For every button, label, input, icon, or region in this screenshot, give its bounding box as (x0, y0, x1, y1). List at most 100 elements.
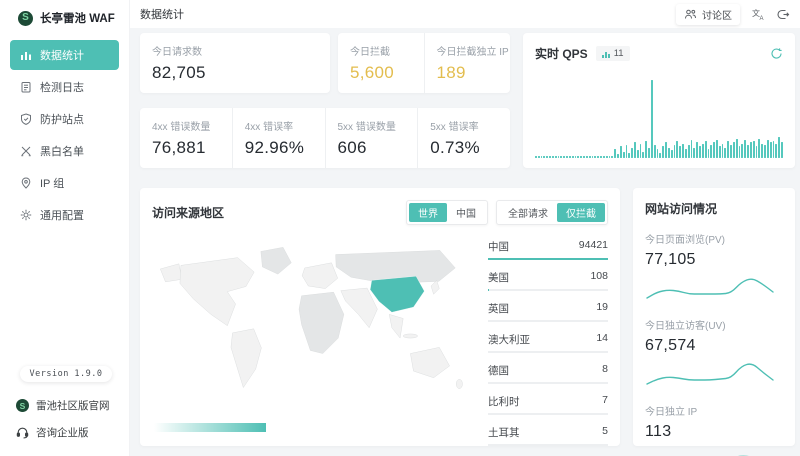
country-progress-track (488, 413, 608, 415)
country-value: 19 (596, 301, 608, 316)
qps-bar (603, 156, 605, 158)
qps-bar (626, 145, 628, 158)
qps-bar (688, 145, 690, 158)
sidebar-item-1[interactable]: 检测日志 (10, 72, 119, 102)
map-alaska (160, 264, 182, 282)
country-progress-track (488, 320, 608, 322)
gear-icon (20, 209, 32, 221)
logout-icon[interactable] (777, 8, 790, 21)
country-name: 土耳其 (488, 425, 520, 440)
headset-icon (16, 426, 29, 439)
sidebar-item-2[interactable]: 防护站点 (10, 104, 119, 134)
translate-icon[interactable]: 文A (752, 8, 765, 21)
sidebar-item-0[interactable]: 数据统计 (10, 40, 119, 70)
qps-bar (770, 142, 772, 158)
bar-chart-icon (20, 49, 32, 61)
qps-bar (597, 156, 599, 158)
discussion-button[interactable]: 讨论区 (676, 4, 740, 25)
qps-bar (589, 156, 591, 158)
app-logo: S 长亭雷池 WAF (0, 0, 129, 26)
country-row: 土耳其5 (488, 422, 608, 446)
toggle-china[interactable]: 中国 (447, 203, 485, 222)
qps-bar (682, 144, 684, 158)
qps-bar (569, 156, 571, 158)
qps-bar (773, 141, 775, 158)
qps-bar (634, 142, 636, 158)
country-value: 14 (596, 332, 608, 347)
country-progress-fill (488, 258, 608, 260)
qps-bar (753, 141, 755, 158)
qps-bar (586, 156, 588, 158)
sidebar-item-5[interactable]: 通用配置 (10, 200, 119, 230)
site-stat-2: 今日独立 IP113 (645, 403, 783, 456)
qps-bar (724, 148, 726, 158)
site-visits-title: 网站访问情况 (645, 200, 783, 217)
toggle-all-requests[interactable]: 全部请求 (499, 203, 557, 222)
community-site-link[interactable]: S 雷池社区版官网 (0, 392, 129, 419)
stat-value: 606 (338, 138, 418, 158)
qps-bar (744, 140, 746, 158)
qps-bar (546, 156, 548, 158)
qps-bar (665, 142, 667, 158)
qps-badge-value: 11 (614, 48, 624, 59)
qps-bar (552, 156, 554, 158)
qps-bar (781, 142, 783, 158)
world-map[interactable] (150, 232, 480, 407)
qps-bar (699, 146, 701, 158)
country-progress-track (488, 351, 608, 353)
qps-bar (710, 145, 712, 158)
qps-bar (716, 140, 718, 158)
stat-label: 5xx 错误数量 (338, 118, 418, 133)
stat-label: 4xx 错误率 (245, 118, 325, 133)
qps-bar (623, 152, 625, 159)
qps-bar (671, 150, 673, 158)
toggle-world[interactable]: 世界 (409, 203, 447, 222)
sidebar-item-3[interactable]: 黑白名单 (10, 136, 119, 166)
qps-bar (566, 156, 568, 158)
map-scope-toggle: 世界 中国 (406, 200, 488, 225)
qps-bar (719, 146, 721, 158)
qps-bar (679, 146, 681, 158)
map-indonesia (403, 334, 417, 338)
sidebar-item-4[interactable]: IP 组 (10, 168, 119, 198)
people-icon (684, 8, 697, 21)
country-value: 7 (602, 394, 608, 409)
qps-bar (662, 146, 664, 158)
site-stat-1: 今日独立访客(UV)67,574 (645, 317, 783, 389)
qps-bar (741, 144, 743, 158)
stat-label: 今日独立 IP (645, 403, 783, 418)
discussion-label: 讨论区 (702, 7, 732, 22)
country-value: 108 (590, 270, 608, 285)
qps-bar (620, 146, 622, 158)
stat-value: 5,600 (350, 63, 424, 83)
qps-bar (758, 139, 760, 159)
country-row: 中国94421 (488, 236, 608, 260)
map-pin-icon (20, 177, 32, 189)
stat-label: 5xx 错误率 (430, 118, 510, 133)
map-se-asia (389, 314, 403, 338)
request-filter-toggle: 全部请求 仅拦截 (496, 200, 608, 225)
toggle-blocked-only[interactable]: 仅拦截 (557, 203, 605, 222)
qps-bar (577, 156, 579, 158)
qps-bar (750, 142, 752, 158)
sidebar-footer: Version 1.9.0 S 雷池社区版官网 咨询企业版 (0, 366, 129, 446)
qps-bar (642, 152, 644, 159)
stat-label: 今日页面浏览(PV) (645, 231, 783, 246)
stat-value: 76,881 (152, 138, 232, 158)
qps-bar (727, 141, 729, 158)
country-progress-track (488, 289, 608, 291)
sparkline-chart (645, 271, 775, 303)
enterprise-consult-link[interactable]: 咨询企业版 (0, 419, 129, 446)
stat-card-blocks: 今日拦截 5,600 今日拦截独立 IP 189 (338, 33, 510, 93)
country-progress-track (488, 258, 608, 260)
qps-bar (730, 145, 732, 158)
qps-bar (747, 145, 749, 158)
qps-bar (560, 156, 562, 158)
qps-bar (696, 142, 698, 158)
qps-bar (640, 144, 642, 158)
qps-bar (722, 144, 724, 158)
refresh-clock-icon[interactable] (770, 47, 783, 60)
qps-bar (606, 156, 608, 158)
stat-label: 今日拦截 (350, 43, 424, 58)
enterprise-consult-label: 咨询企业版 (36, 425, 89, 440)
